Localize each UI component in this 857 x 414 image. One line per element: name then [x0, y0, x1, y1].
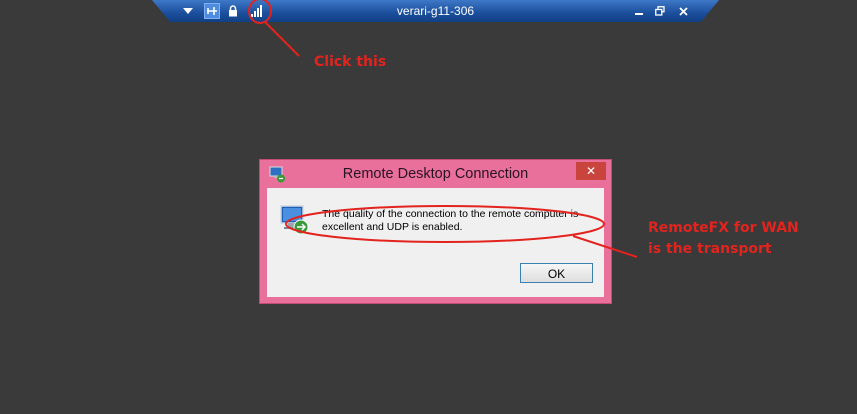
- dialog-message: The quality of the connection to the rem…: [322, 208, 579, 233]
- dialog-body: The quality of the connection to the rem…: [267, 188, 604, 297]
- dialog-close-button[interactable]: ✕: [576, 162, 606, 180]
- annotation-transport-line1: RemoteFX for WAN: [648, 220, 799, 236]
- minimize-icon[interactable]: [631, 3, 647, 19]
- annotation-transport-line2: is the transport: [648, 241, 772, 257]
- rdp-computer-icon: [279, 204, 311, 236]
- close-icon[interactable]: [675, 3, 691, 19]
- connection-bar: verari-g11-306: [152, 0, 719, 22]
- annotation-click-this: Click this: [314, 54, 387, 70]
- annotation-arrow-line: [264, 21, 300, 57]
- ok-button[interactable]: OK: [520, 263, 593, 283]
- rdp-dialog: Remote Desktop Connection ✕ The quality …: [259, 159, 612, 304]
- restore-icon[interactable]: [652, 3, 668, 19]
- dialog-title: Remote Desktop Connection: [342, 166, 529, 182]
